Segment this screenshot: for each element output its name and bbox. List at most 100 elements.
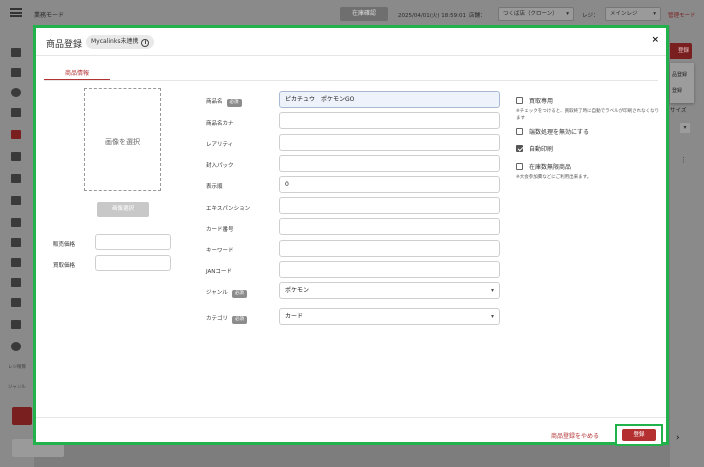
side-nav: レジ精算 ジャンル — [0, 26, 64, 467]
checkbox-icon[interactable] — [516, 97, 523, 104]
checkbox-icon[interactable] — [516, 128, 523, 135]
jan-code-input[interactable] — [279, 261, 500, 278]
buy-price-input[interactable] — [95, 255, 171, 271]
modal-header: 商品登録 Mycalinks未連携 i × — [36, 28, 666, 56]
jan-code-label: JANコード — [206, 269, 232, 275]
checkbox-icon[interactable] — [516, 163, 523, 170]
pack-input[interactable] — [279, 155, 500, 172]
card-number-input[interactable] — [279, 218, 500, 235]
size-column-header: サイズ — [670, 108, 687, 114]
stock-check-button[interactable]: 在庫確認 — [340, 7, 388, 21]
calendar-icon[interactable] — [11, 278, 21, 287]
sale-price-label: 販売価格 — [53, 242, 76, 248]
category-select[interactable]: カード ▾ — [279, 308, 500, 325]
select-image-button[interactable]: 画像選択 — [97, 202, 149, 217]
submit-highlight: 登録 — [615, 424, 663, 446]
info-icon[interactable]: i — [141, 39, 150, 47]
chevron-down-icon: ▾ — [490, 287, 494, 294]
store-select[interactable]: つくば店（クローン） ▾ — [498, 7, 574, 21]
archive-icon[interactable] — [11, 152, 21, 161]
expansion-label: エキスパンション — [206, 206, 251, 212]
checkbox-label: 在庫数無限商品 — [529, 164, 572, 171]
chevron-down-icon: ▾ — [490, 313, 494, 320]
checkbox-label: 端数処理を無効にする — [529, 129, 590, 136]
category-label: カテゴリ 必須 — [206, 314, 248, 324]
keyword-label: キーワード — [206, 248, 234, 254]
register-select[interactable]: メインレジ ▾ — [605, 7, 661, 21]
register-label: レジ： — [582, 13, 599, 19]
bank-icon[interactable] — [11, 238, 21, 247]
required-badge: 必須 — [232, 316, 248, 324]
more-options-icon[interactable]: ⋮ — [680, 156, 687, 164]
chevron-down-icon: ▾ — [566, 11, 569, 17]
nav-label-genre[interactable]: ジャンル — [8, 384, 26, 390]
checkbox-label: 買取専用 — [529, 98, 554, 105]
rarity-label: レアリティ — [206, 142, 234, 148]
genre-label: ジャンル 必須 — [206, 288, 247, 298]
close-icon[interactable]: × — [651, 35, 659, 45]
product-name-label-text: 商品名 — [206, 99, 223, 105]
cards-icon[interactable] — [11, 218, 21, 227]
chevron-right-icon[interactable]: › — [676, 433, 680, 443]
document-icon[interactable] — [11, 108, 21, 117]
rarity-input[interactable] — [279, 134, 500, 151]
required-badge: 必須 — [226, 99, 242, 107]
popup-item[interactable]: 品登録 — [672, 71, 687, 78]
checked-checkbox-icon[interactable] — [516, 145, 523, 152]
store-icon[interactable] — [11, 130, 21, 139]
image-placeholder-text: 画像を選択 — [105, 138, 140, 146]
genre-select[interactable]: ポケモン ▾ — [279, 282, 500, 299]
checkbox-label: 自動印刷 — [529, 146, 554, 153]
popup-item[interactable]: 登録 — [672, 87, 682, 94]
register-button[interactable]: 登録 — [622, 429, 656, 441]
nav-label-register-settlement[interactable]: レジ精算 — [8, 364, 26, 370]
display-order-label: 表示順 — [206, 184, 223, 190]
background-register-button[interactable]: 登録 — [670, 43, 692, 59]
background-popup-menu: 品登録 登録 — [670, 63, 694, 103]
infinite-stock-note: ※大会参加費などにご利用出来ます。 — [516, 175, 592, 180]
expansion-input[interactable] — [279, 197, 500, 214]
app-mode-title: 業務モード — [34, 12, 65, 19]
card-number-label: カード番号 — [206, 227, 234, 233]
keyword-input[interactable] — [279, 240, 500, 257]
inventory-icon[interactable] — [11, 174, 21, 183]
nav-primary-button[interactable] — [12, 407, 32, 425]
tab-divider — [44, 80, 658, 81]
background-content-right: 登録 品登録 登録 サイズ ▾ ⋮ › — [670, 26, 704, 467]
admin-mode-link[interactable]: 管理モード — [668, 11, 696, 19]
hamburger-menu-icon[interactable] — [10, 8, 22, 17]
store-label: 店舗： — [469, 13, 486, 19]
product-registration-modal: 商品登録 Mycalinks未連携 i × 商品情報 画像を選択 画像選択 販売価… — [33, 25, 669, 446]
buy-only-note: ※チェックをつけると、買取終了時に自動でラベルが印刷されなくなります — [516, 109, 660, 121]
checklist-icon[interactable] — [11, 298, 21, 307]
tab-product-info[interactable]: 商品情報 — [44, 68, 110, 80]
list-icon[interactable] — [11, 196, 21, 205]
modal-footer-divider — [36, 417, 666, 418]
dashboard-icon[interactable] — [11, 48, 21, 57]
display-order-input[interactable]: 0 — [279, 176, 500, 193]
product-name-label: 商品名 必須 — [206, 97, 242, 107]
cancel-registration-link[interactable]: 商品登録をやめる — [551, 431, 599, 440]
pack-label: 封入パック — [206, 163, 234, 169]
cart-icon[interactable] — [11, 68, 21, 77]
genre-select-value: ポケモン — [285, 287, 310, 294]
category-label-text: カテゴリ — [206, 316, 229, 322]
store-select-value: つくば店（クローン） — [503, 11, 558, 17]
gear-icon[interactable] — [11, 342, 21, 351]
product-name-input[interactable]: ピカチュウ ポケモンGO — [279, 91, 500, 108]
top-bar: 業務モード 在庫確認 2025/04/01(火) 18:59:01 店舗： つく… — [0, 0, 704, 26]
modal-title: 商品登録 — [46, 40, 83, 50]
register-select-value: メインレジ — [610, 11, 638, 17]
sale-price-input[interactable] — [95, 234, 171, 250]
person-icon[interactable] — [11, 258, 21, 267]
group-icon[interactable] — [11, 320, 21, 329]
dollar-icon[interactable] — [11, 88, 21, 97]
mycalinks-status-badge: Mycalinks未連携 i — [86, 35, 155, 49]
image-dropzone[interactable]: 画像を選択 — [84, 88, 161, 191]
category-select-value: カード — [285, 313, 304, 320]
product-kana-input[interactable] — [279, 112, 500, 129]
buy-price-label: 買取価格 — [53, 263, 76, 269]
chevron-down-icon[interactable]: ▾ — [680, 123, 690, 133]
genre-label-text: ジャンル — [206, 290, 228, 296]
required-badge: 必須 — [231, 290, 247, 298]
